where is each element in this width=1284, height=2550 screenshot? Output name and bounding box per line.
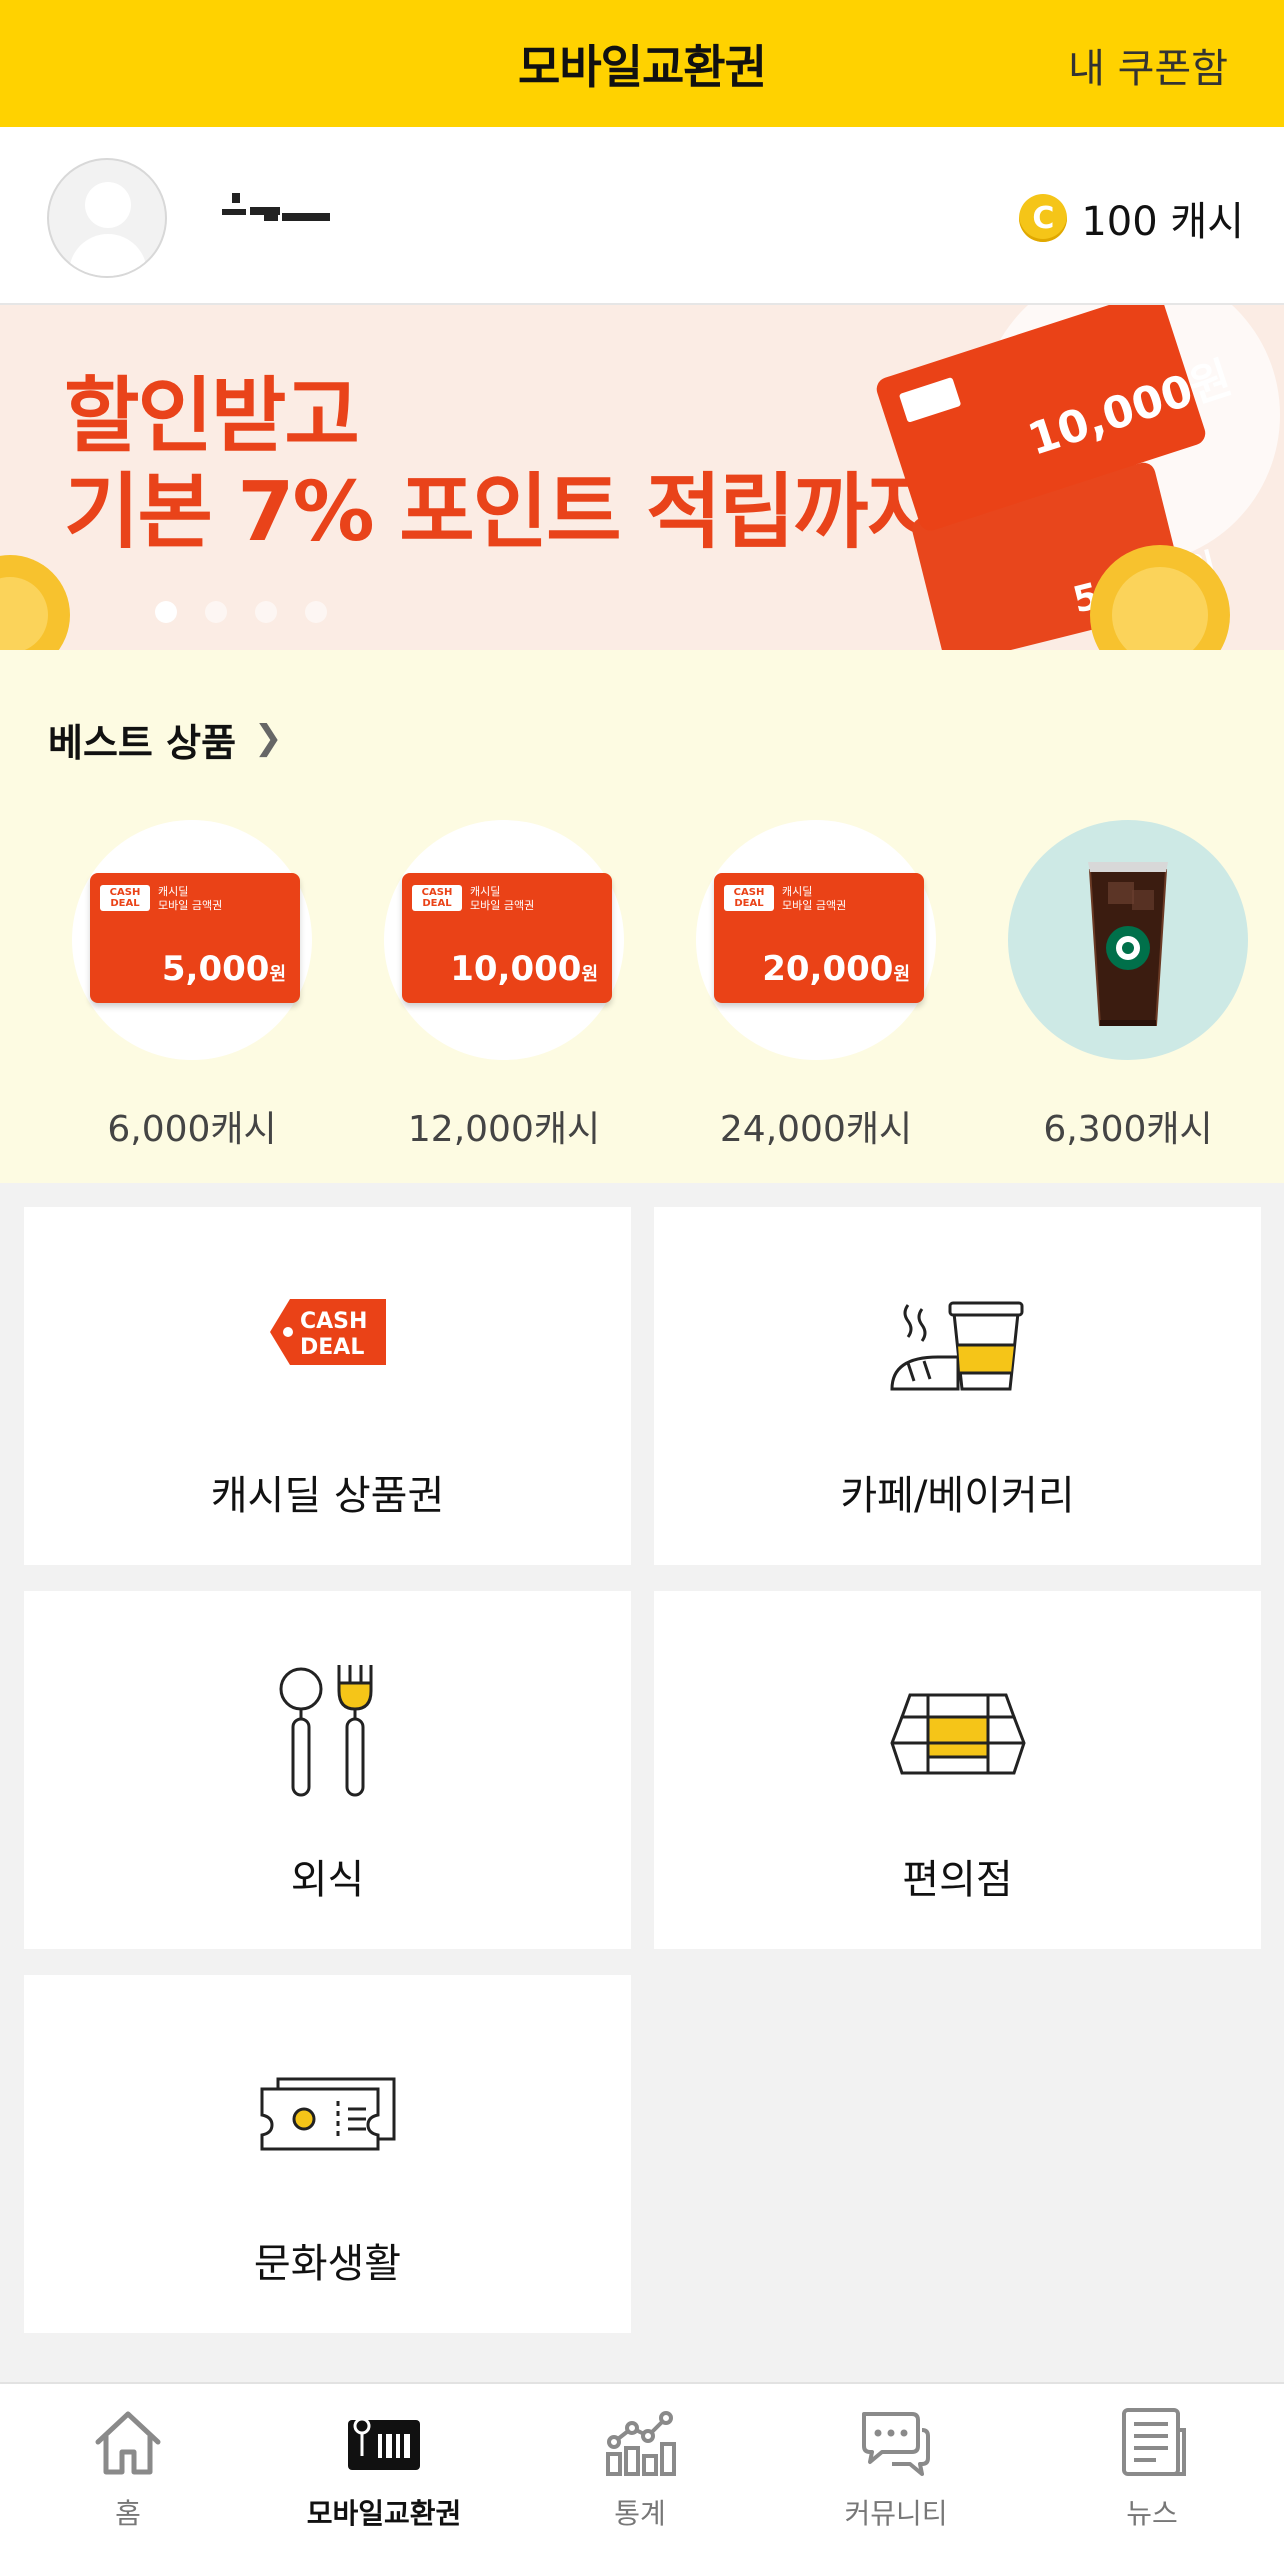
category-label: 캐시딜 상품권 — [210, 1473, 445, 1519]
svg-text:CASH: CASH — [300, 1309, 367, 1334]
cashdeal-tag-icon: CASH DEAL — [269, 1299, 386, 1365]
promo-banner[interactable]: 할인받고 기본 7% 포인트 적립까지! 5,000원 10,000원 — [0, 305, 1284, 650]
banner-dot[interactable] — [155, 601, 177, 623]
cashdeal-tag-icon: CASH DEAL — [412, 885, 462, 911]
avatar[interactable] — [47, 158, 167, 278]
nav-mobile-voucher[interactable]: 모바일교환권 — [256, 2384, 512, 2550]
convenience-store-icon — [889, 1693, 1026, 1775]
category-label: 편의점 — [902, 1857, 1013, 1903]
gift-card-image: CASH DEAL 캐시딜 모바일 금액권 10,000원 — [402, 873, 612, 1003]
my-coupons-link[interactable]: 내 쿠폰함 — [1068, 36, 1228, 94]
product-price: 12,000캐시 — [407, 1109, 601, 1150]
nav-community[interactable]: 커뮤니티 — [768, 2384, 1024, 2550]
nav-label: 홈 — [115, 2497, 141, 2530]
product-price: 6,000캐시 — [107, 1109, 277, 1150]
card-desc: 캐시딜 모바일 금액권 — [782, 885, 847, 912]
product-price: 24,000캐시 — [719, 1109, 913, 1150]
product-thumbnail: CASH DEAL 캐시딜 모바일 금액권 5,000원 — [72, 820, 312, 1060]
spoon-fork-icon — [279, 1665, 372, 1797]
card-amount: 5,000원 — [161, 949, 286, 989]
top-header: 모바일교환권 내 쿠폰함 — [0, 0, 1284, 127]
best-product-item[interactable]: CASH DEAL 캐시딜 모바일 금액권 20,000원 24,000캐시 — [696, 820, 936, 1152]
nav-label: 통계 — [614, 2497, 666, 2530]
chat-icon — [862, 2412, 930, 2476]
best-product-item[interactable]: CASH DEAL 캐시딜 모바일 금액권 10,000원 12,000캐시 — [384, 820, 624, 1152]
bottom-nav: 홈 모바일교환권 통계 커뮤니티 뉴스 — [0, 2382, 1284, 2550]
stats-icon — [606, 2411, 676, 2476]
banner-coin-left — [0, 555, 70, 650]
nav-label: 커뮤니티 — [844, 2497, 948, 2530]
chevron-right-icon[interactable]: ❯ — [254, 718, 283, 758]
category-label: 카페/베이커리 — [840, 1473, 1075, 1519]
gift-card-image: CASH DEAL 캐시딜 모바일 금액권 5,000원 — [90, 873, 300, 1003]
username-redacted — [222, 193, 332, 233]
best-products-section: 베스트 상품 ❯ CASH DEAL 캐시딜 모바일 금액권 5,000원 6,00… — [0, 650, 1284, 1183]
nav-news[interactable]: 뉴스 — [1024, 2384, 1280, 2550]
banner-gift-cards-illustration: 5,000원 10,000원 — [876, 305, 1280, 650]
coffee-bread-icon — [889, 1301, 1023, 1391]
category-label: 문화생활 — [253, 2241, 402, 2287]
avatar-head-shape — [85, 182, 131, 228]
iced-coffee-icon — [1088, 862, 1168, 1026]
product-price: 6,300캐시 — [1043, 1109, 1213, 1150]
product-thumbnail: CASH DEAL 캐시딜 모바일 금액권 20,000원 — [696, 820, 936, 1060]
page: 모바일교환권 내 쿠폰함 C 100 캐시 할인받고 기본 7% 포인트 적립까… — [0, 0, 1284, 2550]
home-icon — [95, 2411, 161, 2475]
news-icon — [1122, 2408, 1186, 2476]
avatar-body-shape — [69, 234, 147, 276]
profile-bar: C 100 캐시 — [0, 127, 1284, 305]
category-culture[interactable]: 문화생활 — [24, 1975, 631, 2333]
best-product-item[interactable]: 6,300캐시 — [1008, 820, 1248, 1152]
page-title: 모바일교환권 — [518, 39, 767, 94]
nav-label: 뉴스 — [1126, 2497, 1178, 2530]
card-amount: 10,000원 — [450, 949, 598, 989]
best-products-title[interactable]: 베스트 상품 — [48, 712, 236, 767]
card-amount: 20,000원 — [762, 949, 910, 989]
nav-home[interactable]: 홈 — [0, 2384, 256, 2550]
category-cafe-bakery[interactable]: 카페/베이커리 — [654, 1207, 1261, 1565]
nav-stats[interactable]: 통계 — [512, 2384, 768, 2550]
best-product-item[interactable]: CASH DEAL 캐시딜 모바일 금액권 5,000원 6,000캐시 — [72, 820, 312, 1152]
category-dining[interactable]: 외식 — [24, 1591, 631, 1949]
banner-headline-2: 기본 7% 포인트 적립까지! — [64, 465, 977, 560]
gift-card-icon — [348, 2417, 420, 2470]
product-thumbnail — [1008, 820, 1248, 1060]
card-desc: 캐시딜 모바일 금액권 — [470, 885, 535, 912]
category-convenience-store[interactable]: 편의점 — [654, 1591, 1261, 1949]
product-thumbnail: CASH DEAL 캐시딜 모바일 금액권 10,000원 — [384, 820, 624, 1060]
category-cashdeal[interactable]: CASH DEAL 캐시딜 상품권 — [24, 1207, 631, 1565]
banner-dot[interactable] — [255, 601, 277, 623]
cash-balance[interactable]: C 100 캐시 — [1019, 189, 1244, 247]
cash-balance-value: 100 캐시 — [1081, 199, 1244, 245]
svg-text:DEAL: DEAL — [300, 1335, 364, 1360]
ticket-icon — [260, 2077, 395, 2151]
banner-pagination — [155, 601, 327, 623]
banner-dot[interactable] — [305, 601, 327, 623]
nav-label: 모바일교환권 — [306, 2497, 462, 2530]
category-label: 외식 — [290, 1857, 365, 1903]
cashdeal-tag-icon: CASH DEAL — [100, 885, 150, 911]
gift-card-image: CASH DEAL 캐시딜 모바일 금액권 20,000원 — [714, 873, 924, 1003]
card-desc: 캐시딜 모바일 금액권 — [158, 885, 223, 912]
coin-icon: C — [1019, 194, 1068, 242]
cashdeal-tag-icon: CASH DEAL — [724, 885, 774, 911]
banner-dot[interactable] — [205, 601, 227, 623]
